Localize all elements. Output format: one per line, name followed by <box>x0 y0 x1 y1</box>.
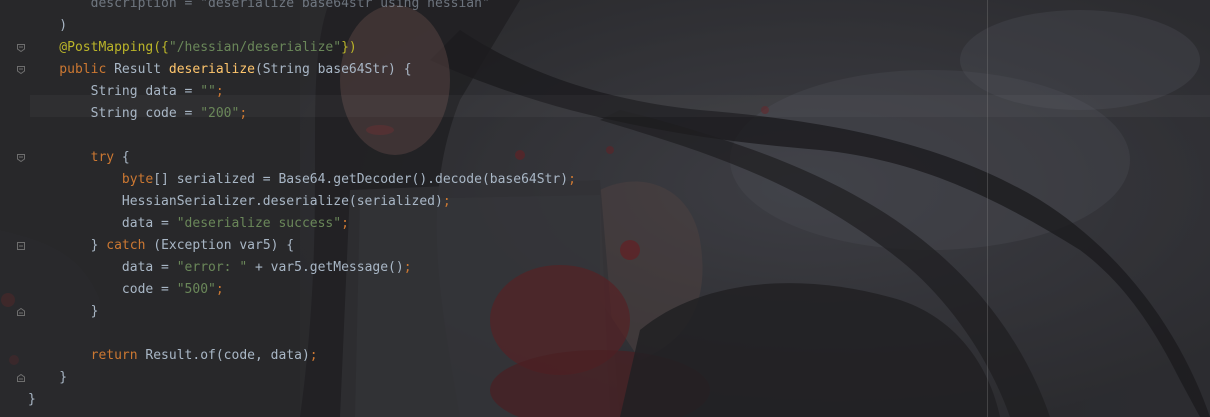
code-token: return <box>28 348 146 363</box>
code-token: ; <box>341 216 349 231</box>
code-token: @PostMapping({ <box>28 40 169 55</box>
code-line[interactable]: code = "500"; <box>28 279 224 301</box>
code-token: data = <box>28 216 177 231</box>
code-line[interactable]: String code = "200"; <box>28 103 248 125</box>
code-line[interactable]: HessianSerializer.deserialize(serialized… <box>28 191 451 213</box>
fold-marker-icon[interactable] <box>17 44 25 52</box>
code-token: + var5.getMessage() <box>247 260 404 275</box>
code-line[interactable]: @PostMapping({"/hessian/deserialize"}) <box>28 37 357 59</box>
code-line[interactable]: byte[] serialized = Base64.getDecoder().… <box>28 169 576 191</box>
code-token: ; <box>239 106 248 121</box>
code-token: Result <box>114 62 169 77</box>
code-token: } <box>28 392 36 407</box>
code-line[interactable]: return Result.of(code, data); <box>28 345 318 367</box>
code-token: { <box>121 150 130 165</box>
right-margin-guide <box>987 0 988 417</box>
code-token: ; <box>215 84 224 99</box>
code-token: code = <box>28 282 177 297</box>
code-token: } <box>28 304 99 319</box>
code-token: description = "deserialize base64str usi… <box>28 0 490 11</box>
code-line[interactable]: } catch (Exception var5) { <box>28 235 295 257</box>
code-token: String data = <box>28 84 201 99</box>
code-token: "200" <box>200 106 240 121</box>
code-editor[interactable]: description = "deserialize base64str usi… <box>0 0 1210 417</box>
code-token: }) <box>341 40 357 55</box>
code-line[interactable]: String data = ""; <box>28 81 224 103</box>
code-token: ; <box>309 348 318 363</box>
fold-marker-icon[interactable] <box>17 66 25 74</box>
code-line[interactable]: ) <box>28 15 67 37</box>
code-line[interactable]: } <box>28 389 36 411</box>
code-token: String code = <box>28 106 201 121</box>
code-token: [] serialized = Base64.getDecoder().deco… <box>153 172 569 187</box>
code-line[interactable]: data = "error: " + var5.getMessage(); <box>28 257 412 279</box>
fold-marker-icon[interactable] <box>17 242 25 250</box>
code-token: "deserialize success" <box>176 216 342 231</box>
code-token: byte <box>28 172 154 187</box>
gutter <box>0 0 30 417</box>
code-token: Result.of(code, data) <box>145 348 310 363</box>
code-token: "error: " <box>176 260 248 275</box>
code-line[interactable]: } <box>28 367 67 389</box>
code-token: } <box>28 370 68 385</box>
fold-marker-icon[interactable] <box>17 308 25 316</box>
code-token: } <box>28 238 107 253</box>
code-token: public <box>28 62 115 77</box>
code-token: "" <box>200 84 216 99</box>
code-token: try <box>28 150 122 165</box>
code-line[interactable]: } <box>28 301 99 323</box>
code-token: (String base64Str) { <box>254 62 412 77</box>
code-line[interactable]: data = "deserialize success"; <box>28 213 349 235</box>
code-token: ) <box>28 18 68 33</box>
fold-marker-icon[interactable] <box>17 374 25 382</box>
code-token: deserialize <box>168 62 255 77</box>
code-token: HessianSerializer.deserialize(serialized… <box>28 194 443 209</box>
code-token: ; <box>215 282 224 297</box>
code-token: "/hessian/deserialize" <box>168 40 342 55</box>
fold-marker-icon[interactable] <box>17 154 25 162</box>
code-token: ; <box>403 260 412 275</box>
code-token: data = <box>28 260 177 275</box>
code-line[interactable]: description = "deserialize base64str usi… <box>28 0 490 15</box>
code-line[interactable]: public Result deserialize(String base64S… <box>28 59 412 81</box>
code-token: "500" <box>176 282 216 297</box>
code-line[interactable]: try { <box>28 147 130 169</box>
code-token: (Exception var5) { <box>153 238 295 253</box>
code-token: ; <box>442 194 451 209</box>
code-token: ; <box>568 172 576 187</box>
code-token: catch <box>106 238 154 253</box>
